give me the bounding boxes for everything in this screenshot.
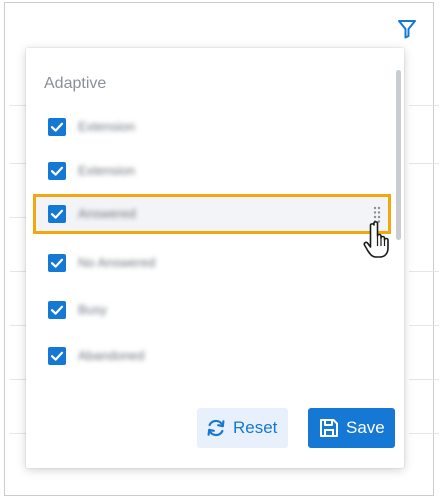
section-title: Adaptive (44, 75, 107, 92)
hand-cursor-icon (362, 220, 394, 260)
list-item-highlighted[interactable]: Answered (33, 194, 391, 234)
table-row-divider (409, 271, 439, 272)
checkbox[interactable] (48, 301, 66, 319)
list-item[interactable]: Extension (36, 154, 388, 188)
save-icon (320, 419, 338, 437)
list-item[interactable]: Extension (36, 110, 388, 144)
reset-button[interactable]: Reset (197, 408, 288, 448)
item-label: Abandoned (78, 348, 145, 363)
refresh-icon (207, 419, 225, 437)
reset-button-label: Reset (233, 418, 278, 437)
item-label: Extension (78, 163, 136, 178)
table-row-divider (409, 379, 439, 380)
save-button[interactable]: Save (308, 408, 395, 448)
item-label: Extension (78, 119, 136, 134)
filter-icon[interactable] (396, 18, 418, 40)
list-item[interactable]: No Answered (36, 246, 388, 280)
check-icon (50, 166, 64, 176)
save-button-label: Save (346, 418, 385, 437)
check-icon (50, 258, 64, 268)
item-label: Answered (78, 206, 136, 221)
checkbox[interactable] (48, 162, 66, 180)
table-row-divider (409, 105, 439, 106)
check-icon (50, 305, 64, 315)
checkbox[interactable] (48, 118, 66, 136)
list-item[interactable]: Abandoned (36, 339, 388, 373)
column-settings-popover: Adaptive Extension Extension Answered No… (26, 48, 404, 468)
checkbox[interactable] (48, 347, 66, 365)
check-icon (50, 351, 64, 361)
checkbox[interactable] (48, 254, 66, 272)
check-icon (50, 122, 64, 132)
list-item[interactable]: Busy (36, 293, 388, 327)
table-row-divider (409, 325, 439, 326)
checkbox[interactable] (48, 205, 66, 223)
table-row-divider (409, 163, 439, 164)
item-label: No Answered (78, 255, 156, 270)
table-row-divider (409, 433, 439, 434)
item-label: Busy (78, 302, 107, 317)
scrollbar[interactable] (396, 70, 401, 240)
check-icon (50, 209, 64, 219)
